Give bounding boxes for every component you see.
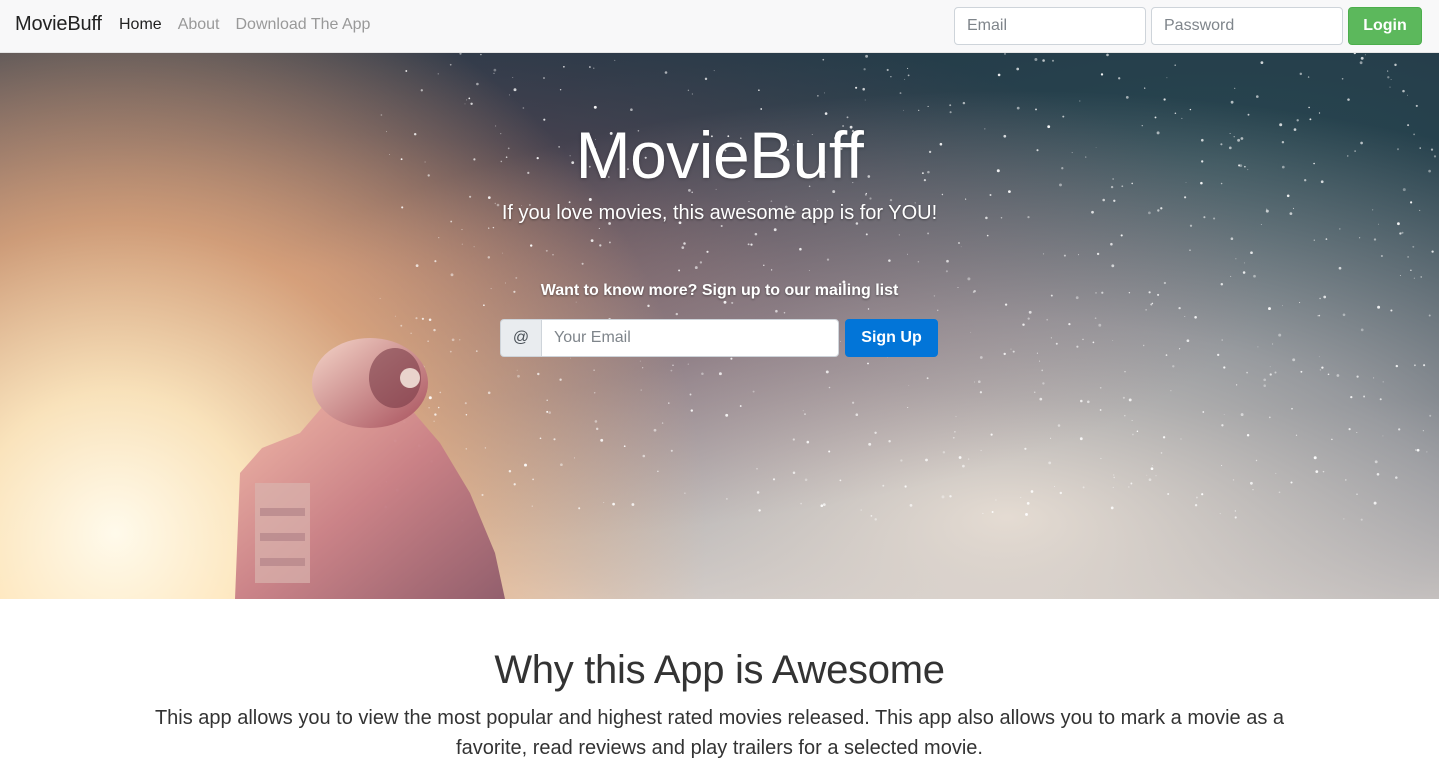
nav-link-about[interactable]: About <box>178 16 220 34</box>
navbar: MovieBuff Home About Download The App Lo… <box>0 0 1439 53</box>
login-password-field[interactable] <box>1151 7 1343 45</box>
signup-form: @ Sign Up <box>500 319 938 357</box>
signup-email-field[interactable] <box>541 319 839 357</box>
why-section-text: This app allows you to view the most pop… <box>154 707 1285 759</box>
mailing-list-label: Want to know more? Sign up to our mailin… <box>540 282 899 299</box>
login-email-field[interactable] <box>954 7 1146 45</box>
nav-links: Home About Download The App <box>119 16 386 34</box>
why-section-title: Why this App is Awesome <box>494 648 945 692</box>
login-form: Login <box>954 7 1422 45</box>
brand-link[interactable]: MovieBuff <box>15 13 102 36</box>
nav-link-download[interactable]: Download The App <box>236 16 371 34</box>
nav-link-home[interactable]: Home <box>119 16 162 34</box>
signup-button[interactable]: Sign Up <box>845 319 938 357</box>
hero-section: MovieBuff If you love movies, this aweso… <box>0 53 1439 599</box>
hero-title: MovieBuff <box>575 118 864 192</box>
login-button[interactable]: Login <box>1348 7 1422 45</box>
hero-subtitle: If you love movies, this awesome app is … <box>501 202 938 224</box>
at-icon: @ <box>500 319 541 357</box>
